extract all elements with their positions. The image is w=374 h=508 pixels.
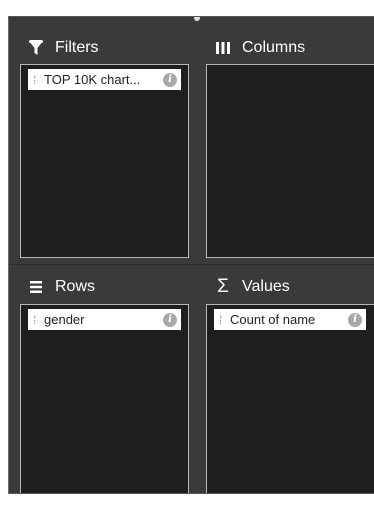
- row-field-label: gender: [44, 312, 85, 327]
- sigma-icon: Σ: [217, 276, 229, 297]
- rows-drop-zone[interactable]: ⁞ gender i: [20, 304, 189, 493]
- filters-drop-zone[interactable]: ⁞ TOP 10K chart... i: [20, 64, 189, 258]
- info-icon[interactable]: i: [163, 72, 177, 87]
- filter-field-pill[interactable]: ⁞ TOP 10K chart... i: [28, 69, 181, 90]
- filter-icon: [27, 39, 45, 57]
- rows-title: Rows: [55, 278, 96, 295]
- rows-icon: [27, 278, 45, 296]
- values-header: Σ Values: [214, 274, 290, 300]
- value-field-pill[interactable]: ⁞ Count of name i: [214, 309, 366, 330]
- filters-header: Filters: [27, 35, 99, 61]
- drag-handle-icon[interactable]: ⁞: [33, 74, 41, 86]
- pivot-field-panel: Filters ⁞ TOP 10K chart... i Columns Row…: [8, 16, 374, 494]
- value-field-label: Count of name: [230, 312, 316, 327]
- rows-header: Rows: [27, 274, 95, 300]
- filter-field-label: TOP 10K chart...: [44, 72, 141, 87]
- filters-title: Filters: [55, 39, 99, 56]
- drag-handle-icon[interactable]: ⁞: [33, 314, 41, 326]
- values-title: Values: [242, 278, 290, 295]
- info-icon[interactable]: i: [163, 312, 177, 327]
- panel-resize-handle[interactable]: [194, 17, 200, 21]
- columns-title: Columns: [242, 39, 306, 56]
- row-field-pill[interactable]: ⁞ gender i: [28, 309, 181, 330]
- columns-icon: [214, 39, 232, 57]
- values-drop-zone[interactable]: ⁞ Count of name i: [206, 304, 374, 493]
- section-divider: [9, 264, 374, 265]
- drag-handle-icon[interactable]: ⁞: [219, 314, 227, 326]
- columns-drop-zone[interactable]: [206, 64, 374, 258]
- columns-header: Columns: [214, 35, 305, 61]
- info-icon[interactable]: i: [348, 312, 362, 327]
